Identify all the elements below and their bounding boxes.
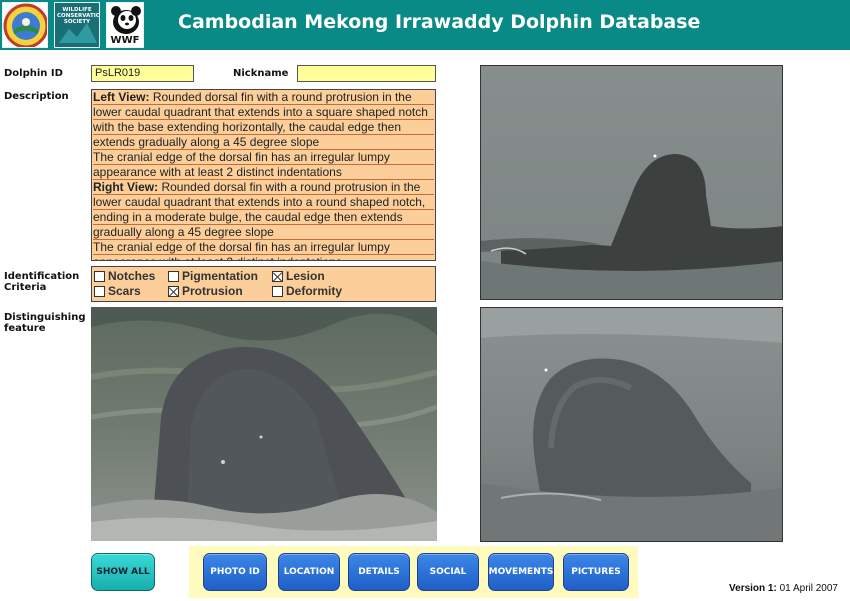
deformity-label: Deformity [286,284,343,298]
location-button[interactable]: LOCATION [278,553,340,591]
distinguishing-label-line-2: feature [4,323,46,334]
criteria-lesion[interactable]: Lesion [272,270,325,283]
app-title: Cambodian Mekong Irrawaddy Dolphin Datab… [178,11,701,33]
identification-criteria-label: Identification Criteria [4,271,79,293]
fisheries-seal-logo [2,2,48,48]
wwf-panda-logo: WWF [106,2,144,48]
identification-label-line-1: Identification [4,271,80,282]
lesion-label: Lesion [286,269,325,283]
lesion-checkbox[interactable] [272,271,283,282]
dolphin-id-label: Dolphin ID [4,68,63,79]
version-label: Version 1: [729,583,777,594]
movements-button[interactable]: MOVEMENTS [488,553,554,591]
scars-checkbox[interactable] [94,286,105,297]
scars-label: Scars [108,284,141,298]
left-view-title: Left View: [93,90,150,104]
nickname-field[interactable] [297,65,436,82]
nickname-label: Nickname [233,68,289,79]
show-all-button[interactable]: SHOW ALL [91,553,155,591]
wwf-logo-text: WWF [110,35,140,46]
version-info: Version 1: 01 April 2007 [729,583,838,594]
left-view-photo [480,65,783,300]
identification-criteria-panel: Notches Pigmentation Lesion Scars Protru… [91,266,436,302]
right-view-paragraph-2: The cranial edge of the dorsal fin has a… [93,240,434,260]
pigmentation-label: Pigmentation [182,269,259,283]
criteria-scars[interactable]: Scars [94,285,141,298]
protrusion-label: Protrusion [182,284,243,298]
right-view-text-2: The cranial edge of the dorsal fin has a… [93,240,390,260]
right-view-title: Right View: [93,180,159,194]
distinguishing-feature-label: Distinguishing feature [4,312,86,334]
left-view-paragraph: Left View: Rounded dorsal fin with a rou… [93,90,434,150]
pictures-button[interactable]: PICTURES [563,553,629,591]
photo-id-button[interactable]: PHOTO ID [203,553,267,591]
left-view-paragraph-2: The cranial edge of the dorsal fin has a… [93,150,434,180]
identification-label-line-2: Criteria [4,282,47,293]
criteria-notches[interactable]: Notches [94,270,155,283]
social-button[interactable]: SOCIAL [417,553,479,591]
dolphin-id-field[interactable]: PsLR019 [91,65,194,82]
left-view-text-2: The cranial edge of the dorsal fin has a… [93,150,390,179]
description-textarea[interactable]: Left View: Rounded dorsal fin with a rou… [91,89,436,261]
wcs-logo-text: WILDLIFE CONSERVATION SOCIETY [57,7,99,25]
right-view-paragraph: Right View: Rounded dorsal fin with a ro… [93,180,434,240]
details-button[interactable]: DETAILS [348,553,410,591]
notches-checkbox[interactable] [94,271,105,282]
distinguishing-feature-photo [91,307,437,541]
criteria-deformity[interactable]: Deformity [272,285,342,298]
protrusion-checkbox[interactable] [168,286,179,297]
app-header: WILDLIFE CONSERVATION SOCIETY WWF Cambod… [0,0,850,50]
pigmentation-checkbox[interactable] [168,271,179,282]
distinguishing-label-line-1: Distinguishing [4,312,86,323]
deformity-checkbox[interactable] [272,286,283,297]
wildlife-conservation-society-logo: WILDLIFE CONSERVATION SOCIETY [54,2,100,48]
version-date: 01 April 2007 [779,583,838,594]
description-label: Description [4,91,69,102]
right-view-photo [480,307,783,542]
notches-label: Notches [108,269,156,283]
criteria-pigmentation[interactable]: Pigmentation [168,270,258,283]
criteria-protrusion[interactable]: Protrusion [168,285,243,298]
